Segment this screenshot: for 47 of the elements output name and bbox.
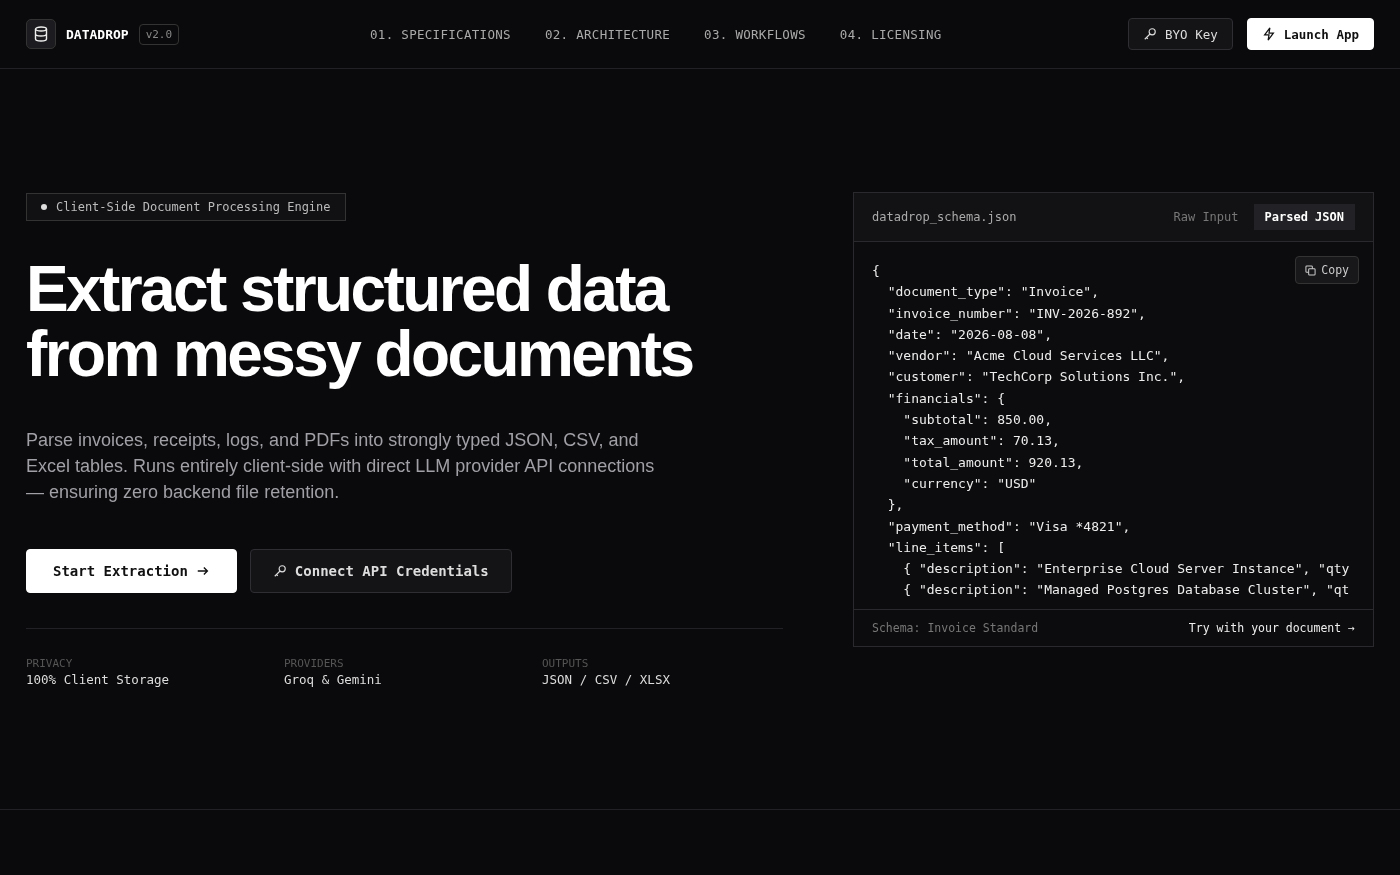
- code-line: "customer": "TechCorp Solutions Inc.",: [886, 368, 1186, 387]
- stat-value: Groq & Gemini: [284, 672, 383, 687]
- copy-button[interactable]: Copy: [1295, 256, 1359, 284]
- stat-value: 100% Client Storage: [26, 672, 170, 687]
- schema-label: Schema: Invoice Standard: [872, 621, 1039, 635]
- copy-icon: [1305, 264, 1317, 276]
- brand-name: DATADROP: [66, 26, 129, 42]
- code-line: "vendor": "Acme Cloud Services LLC",: [886, 347, 1170, 366]
- code-line: "invoice_number": "INV-2026-892",: [886, 304, 1146, 323]
- secondary-button[interactable]: Connect API Credentials: [249, 549, 512, 593]
- file-name: datadrop_schema.json: [872, 210, 1017, 224]
- code-line: },: [886, 496, 904, 515]
- code-line: "subtotal": 850.00,: [902, 411, 1052, 430]
- tab[interactable]: Parsed JSON: [1253, 204, 1355, 230]
- lightning-icon: [1261, 27, 1276, 41]
- stat-value: JSON / CSV / XLSX: [542, 672, 671, 687]
- primary-button[interactable]: Start Extraction: [26, 549, 237, 593]
- code-line: { "description": "Managed Postgres Database Cluster", "qt: [902, 581, 1350, 600]
- code-line: "financials": {: [886, 389, 1006, 408]
- nav-link[interactable]: 01. SPECIFICATIONS: [370, 26, 511, 42]
- code-line: "line_items": [: [886, 538, 1006, 557]
- code-line: "date": "2026-08-08",: [886, 325, 1052, 344]
- code-line: "tax_amount": 70.13,: [902, 432, 1060, 451]
- database-icon: [26, 19, 56, 49]
- code-line: "payment_method": "Visa *4821",: [886, 517, 1131, 536]
- stat-label: PROVIDERS: [284, 657, 345, 670]
- headline: Extract structured data from messy documents: [26, 257, 694, 387]
- key-icon: [1143, 27, 1158, 41]
- description: Parse invoices, receipts, logs, and PDFs into strongly typed JSON, CSV, and Excel tables. Runs entirely client-side with direct LLM provider API connections — ensuring zero backend file retention.: [26, 429, 656, 504]
- nav-link[interactable]: 02. ARCHITECTURE: [544, 26, 671, 42]
- code-line: { "description": "Enterprise Cloud Server Instance", "qty: [902, 560, 1350, 579]
- code-line: "document_type": "Invoice",: [886, 283, 1099, 302]
- nav-link[interactable]: 04. LICENSING: [839, 26, 942, 42]
- try-link[interactable]: Try with your document →: [1188, 621, 1355, 635]
- stat-label: OUTPUTS: [542, 657, 590, 670]
- tagline-badge: Client-Side Document Processing Engine: [26, 193, 346, 221]
- code-line: "currency": "USD": [902, 474, 1037, 493]
- stat-label: PRIVACY: [26, 657, 74, 670]
- tab[interactable]: Raw Input: [1162, 204, 1250, 230]
- nav-link[interactable]: 03. WORKFLOWS: [704, 26, 806, 42]
- version-tag: v2.0: [138, 23, 180, 45]
- code-line: "total_amount": 920.13,: [902, 453, 1084, 472]
- arrow-right-icon: [195, 564, 210, 578]
- key-icon: [272, 564, 287, 578]
- code-line: {: [872, 262, 880, 280]
- secondary-button[interactable]: BYO Key: [1128, 18, 1233, 50]
- primary-button[interactable]: Launch App: [1246, 18, 1374, 50]
